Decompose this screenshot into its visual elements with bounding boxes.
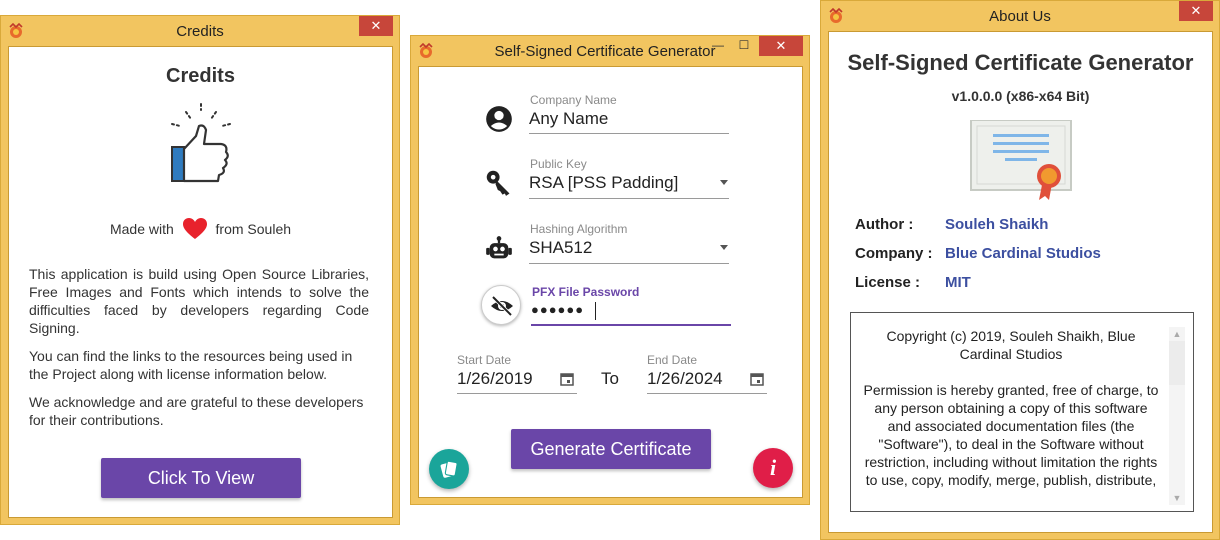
heart-icon — [182, 218, 207, 239]
about-titlebar: About Us ✕ — [821, 1, 1219, 31]
date-range-to-label: To — [601, 369, 619, 388]
scroll-up-icon[interactable]: ▲ — [1169, 327, 1185, 341]
license-scrollbar[interactable]: ▲ ▼ — [1169, 327, 1185, 505]
chevron-down-icon[interactable] — [720, 245, 728, 250]
credits-window-title: Credits — [176, 23, 224, 40]
generator-window: Self-Signed Certificate Generator — ☐ ✕ … — [410, 35, 810, 505]
hashing-algorithm-select[interactable]: SHA512 — [529, 238, 592, 258]
about-window-title: About Us — [989, 8, 1051, 25]
generator-content: Company Name Any Name Public Key RSA [PS… — [418, 66, 803, 498]
license-label: License : — [855, 274, 921, 291]
credits-paragraph-2: You can find the links to the resources … — [29, 348, 353, 382]
scrollbar-thumb[interactable] — [1169, 341, 1185, 385]
close-button[interactable]: ✕ — [759, 36, 803, 56]
close-button[interactable]: ✕ — [359, 16, 393, 36]
start-date-underline — [457, 393, 577, 394]
scroll-down-icon[interactable]: ▼ — [1169, 491, 1185, 505]
made-with-row: Made with from Souleh — [9, 217, 392, 241]
cards-icon — [440, 460, 458, 478]
about-info-button[interactable]: i — [753, 448, 793, 488]
hashing-algorithm-caption: Hashing Algorithm — [530, 222, 628, 236]
minimize-button[interactable]: — — [705, 36, 731, 56]
calendar-icon[interactable] — [560, 372, 574, 386]
info-icon: i — [769, 455, 777, 480]
toggle-password-visibility-button[interactable] — [481, 285, 521, 325]
click-to-view-button[interactable]: Click To View — [101, 458, 301, 498]
author-label: Author : — [855, 216, 914, 233]
credits-paragraph-1: This application is build using Open Sou… — [29, 266, 369, 336]
license-copyright: Copyright (c) 2019, Souleh Shaikh, Blue … — [886, 328, 1136, 362]
license-text-box[interactable]: Copyright (c) 2019, Souleh Shaikh, Blue … — [850, 312, 1194, 512]
chevron-down-icon[interactable] — [720, 180, 728, 185]
company-label: Company : — [855, 245, 933, 262]
company-name-input[interactable]: Any Name — [529, 109, 608, 129]
user-icon — [486, 106, 512, 132]
about-version: v1.0.0.0 (x86-x64 Bit) — [951, 88, 1090, 104]
end-date-caption: End Date — [647, 353, 698, 367]
text-cursor — [595, 302, 596, 320]
pfx-password-input[interactable]: ●●●●●● — [531, 302, 584, 317]
license-text: Copyright (c) 2019, Souleh Shaikh, Blue … — [861, 327, 1161, 489]
company-value: Blue Cardinal Studios — [945, 245, 1101, 262]
made-with-suffix: from Souleh — [215, 221, 292, 237]
start-date-input[interactable]: 1/26/2019 — [457, 369, 533, 389]
generator-titlebar: Self-Signed Certificate Generator — ☐ ✕ — [411, 36, 809, 66]
close-button[interactable]: ✕ — [1179, 1, 1213, 21]
credits-window: Credits ✕ Credits Made with from Souleh … — [0, 15, 400, 525]
key-icon — [486, 170, 510, 196]
calendar-icon[interactable] — [750, 372, 764, 386]
maximize-button[interactable]: ☐ — [731, 36, 757, 56]
credits-content: Credits Made with from Souleh This appli… — [8, 46, 393, 518]
credits-paragraph-3: We acknowledge and are grateful to these… — [29, 394, 364, 428]
certificate-icon — [970, 120, 1072, 200]
eye-off-icon — [491, 295, 513, 317]
public-key-caption: Public Key — [530, 157, 587, 171]
author-value: Souleh Shaikh — [945, 216, 1049, 233]
end-date-input[interactable]: 1/26/2024 — [647, 369, 723, 389]
hashing-underline — [529, 263, 729, 264]
company-name-underline — [529, 133, 729, 134]
start-date-caption: Start Date — [457, 353, 512, 367]
credits-titlebar: Credits ✕ — [1, 16, 399, 46]
generate-certificate-button[interactable]: Generate Certificate — [511, 429, 711, 469]
end-date-underline — [647, 393, 767, 394]
license-value: MIT — [945, 274, 971, 291]
public-key-underline — [529, 198, 729, 199]
robot-icon — [486, 236, 512, 259]
credits-fab-button[interactable] — [429, 449, 469, 489]
about-app-name: Self-Signed Certificate Generator — [847, 50, 1194, 75]
credits-heading: Credits — [166, 65, 235, 87]
about-content: Self-Signed Certificate Generator v1.0.0… — [828, 31, 1213, 533]
made-with-prefix: Made with — [109, 221, 174, 237]
pfx-password-caption: PFX File Password — [532, 285, 640, 299]
about-window: About Us ✕ Self-Signed Certificate Gener… — [820, 0, 1220, 540]
license-permission: Permission is hereby granted, free of ch… — [863, 382, 1159, 488]
company-name-caption: Company Name — [530, 93, 617, 107]
thumbs-up-icon — [171, 103, 231, 183]
public-key-select[interactable]: RSA [PSS Padding] — [529, 173, 678, 193]
pfx-password-underline — [531, 324, 731, 326]
